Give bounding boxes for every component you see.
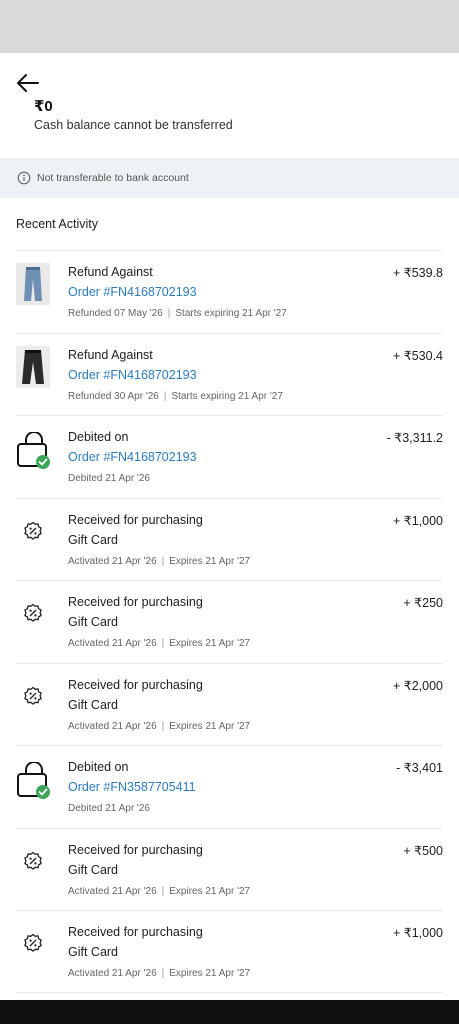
shopping-bag-check-icon (16, 762, 52, 800)
activity-row[interactable]: Debited on Order #FN4168702193 Debited 2… (16, 415, 443, 498)
activity-meta: Activated 21 Apr '26 | Expires 21 Apr '27 (68, 885, 251, 897)
discount-badge-icon (23, 851, 43, 871)
activity-row[interactable]: Received for purchasing Gift Card Activa… (16, 827, 443, 911)
activity-meta: Debited 21 Apr '26 (68, 473, 150, 484)
activity-amount: + ₹530.4 (392, 348, 443, 363)
activity-amount: + ₹250 (403, 596, 443, 610)
activity-title: Received for purchasing (68, 595, 203, 609)
activity-title: Debited on (68, 760, 129, 774)
activity-row[interactable]: Refund Against Order #FN4168702193 Refun… (16, 250, 443, 333)
activity-subtitle: Gift Card (68, 945, 119, 959)
activity-title: Refund Against (68, 347, 153, 362)
activity-amount: + ₹1,000 (392, 513, 443, 528)
activity-title: Debited on (68, 430, 129, 444)
activity-meta: Activated 21 Apr '26 | Expires 21 Apr '27 (68, 638, 251, 649)
activity-row[interactable]: Debited on Order #FN3587705411 Debited 2… (16, 745, 443, 828)
activity-row[interactable]: Received for purchasing Gift Card Activa… (16, 497, 443, 581)
discount-badge-icon (23, 933, 43, 953)
activity-amount: + ₹500 (403, 843, 443, 858)
activity-row[interactable]: Received for purchasing Gift Card Activa… (16, 662, 443, 746)
order-link[interactable]: Order #FN3587705411 (68, 780, 196, 794)
order-link[interactable]: Order #FN4168702193 (68, 285, 197, 299)
activity-title: Received for purchasing (68, 842, 203, 857)
info-icon (17, 171, 31, 185)
cash-balance: ₹0 (34, 98, 53, 115)
activity-subtitle: Gift Card (68, 615, 119, 629)
info-text: Not transferable to bank account (37, 172, 189, 184)
activity-title: Refund Against (68, 265, 153, 279)
jeans-thumbnail (16, 345, 50, 388)
activity-title: Received for purchasing (68, 677, 203, 692)
activity-amount: - ₹3,311.2 (386, 431, 443, 445)
back-arrow-icon[interactable] (14, 69, 42, 97)
activity-meta: Refunded 30 Apr '26 | Starts expiring 21 A… (68, 390, 283, 402)
activity-meta: Refunded 07 May '26 | Starts expiring 21 A… (68, 308, 287, 319)
wallet-header: ₹0 Cash balance cannot be transferred (0, 53, 459, 158)
activity-list: Refund Against Order #FN4168702193 Refun… (16, 250, 443, 993)
activity-meta: Activated 21 Apr '26 | Expires 21 Apr '27 (68, 968, 251, 979)
activity-meta: Debited 21 Apr '26 (68, 803, 150, 814)
activity-amount: - ₹3,401 (396, 761, 443, 775)
jeans-thumbnail (16, 263, 50, 305)
activity-row[interactable]: Received for purchasing Gift Card Activa… (16, 580, 443, 663)
status-bar (0, 0, 459, 53)
activity-subtitle: Gift Card (68, 862, 119, 877)
order-link[interactable]: Order #FN4168702193 (68, 450, 197, 464)
order-link[interactable]: Order #FN4168702193 (68, 368, 197, 382)
discount-badge-icon (23, 521, 43, 541)
activity-meta: Activated 21 Apr '26 | Expires 21 Apr '27 (68, 555, 251, 567)
info-strip: Not transferable to bank account (0, 158, 459, 198)
discount-badge-icon (23, 686, 43, 706)
discount-badge-icon (23, 603, 43, 623)
balance-note: Cash balance cannot be transferred (34, 118, 233, 132)
navigation-bar (0, 1000, 459, 1024)
activity-subtitle: Gift Card (68, 532, 119, 547)
activity-meta: Activated 21 Apr '26 | Expires 21 Apr '27 (68, 720, 251, 732)
activity-amount: + ₹2,000 (392, 678, 443, 693)
activity-subtitle: Gift Card (68, 697, 119, 712)
activity-row[interactable]: Refund Against Order #FN4168702193 Refun… (16, 332, 443, 416)
activity-amount: + ₹539.8 (392, 266, 443, 280)
shopping-bag-check-icon (16, 432, 52, 470)
activity-row[interactable]: Received for purchasing Gift Card Activa… (16, 910, 443, 993)
activity-title: Received for purchasing (68, 925, 203, 939)
section-title: Recent Activity (16, 217, 98, 231)
activity-title: Received for purchasing (68, 512, 203, 527)
activity-amount: + ₹1,000 (392, 926, 443, 940)
